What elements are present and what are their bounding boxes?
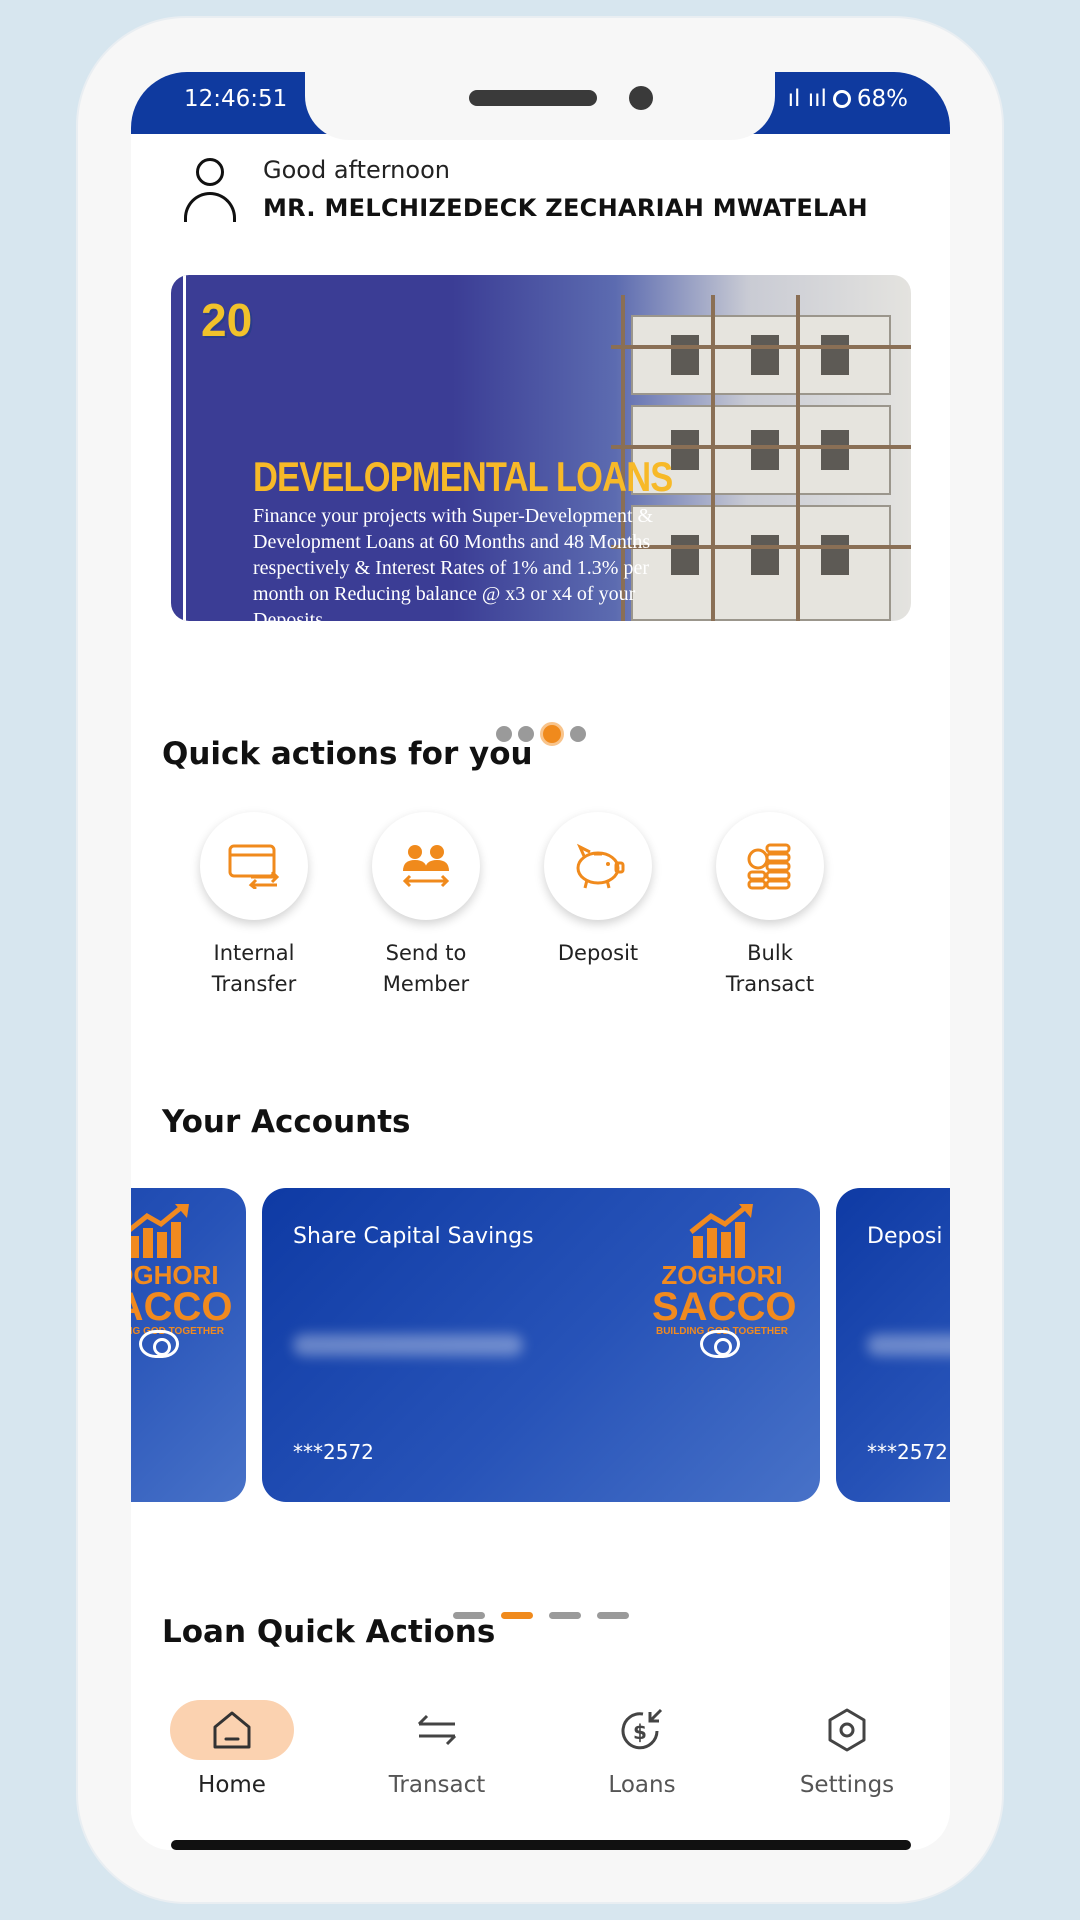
- members-exchange-icon: [402, 845, 450, 888]
- status-indicators: ıl ııl 68%: [788, 86, 908, 112]
- accounts-title: Your Accounts: [162, 1104, 411, 1140]
- signal-icon: ıl ııl: [787, 86, 827, 112]
- banner-dot-active[interactable]: [539, 722, 564, 746]
- account-card-next[interactable]: Deposi ***2572: [836, 1188, 950, 1502]
- account-number: ***2572: [867, 1440, 948, 1464]
- account-page-dot[interactable]: [548, 1612, 581, 1619]
- eye-icon[interactable]: [700, 1330, 740, 1358]
- account-page-dot-active[interactable]: [500, 1612, 533, 1619]
- account-name: Deposi: [867, 1224, 943, 1249]
- quick-actions-row: Internal Transfer Send to Member Deposit…: [168, 812, 856, 1000]
- nav-label: Settings: [799, 1772, 895, 1798]
- quick-action-label: Deposit: [557, 941, 639, 965]
- coin-stack-icon: [747, 843, 791, 890]
- nav-label: Transact: [388, 1772, 486, 1798]
- sacco-logo: ZOGHORI SACCO BUILDING GOD TOGETHER: [131, 1202, 233, 1338]
- banner-divider: [183, 275, 186, 621]
- account-balance-hidden: [293, 1334, 523, 1356]
- user-name: MR. MELCHIZEDECK ZECHARIAH MWATELAH: [263, 194, 868, 222]
- camera-notch: [305, 72, 775, 140]
- transfer-arrows-icon: [417, 1714, 457, 1746]
- status-time: 12:46:51: [184, 86, 288, 112]
- quick-actions-title: Quick actions for you: [162, 736, 533, 772]
- nav-label: Loans: [608, 1772, 676, 1798]
- account-page-dot[interactable]: [596, 1612, 629, 1619]
- quick-action-deposit[interactable]: Deposit: [512, 812, 684, 1000]
- sacco-logo: ZOGHORI SACCO BUILDING GOD TOGETHER: [652, 1202, 797, 1338]
- nav-loans[interactable]: $ Loans: [562, 1700, 722, 1798]
- status-bar: 12:46:51 ıl ııl 68%: [131, 72, 950, 140]
- greeting-header: Good afternoon MR. MELCHIZEDECK ZECHARIA…: [181, 152, 868, 242]
- app-screen: 12:46:51 ıl ııl 68% Good afternoon MR. M…: [131, 72, 950, 1850]
- loan-dollar-icon: $: [621, 1708, 663, 1750]
- quick-action-send-to-member[interactable]: Send to Member: [340, 812, 512, 1000]
- quick-action-label: Internal Transfer: [211, 941, 297, 996]
- nav-home[interactable]: Home: [152, 1700, 312, 1798]
- svg-text:$: $: [633, 1720, 647, 1744]
- quick-action-label: Send to Member: [382, 941, 470, 996]
- gesture-bar[interactable]: [171, 1840, 911, 1850]
- settings-hex-icon: [828, 1708, 866, 1752]
- banner-badge: 20: [201, 294, 253, 346]
- logo-line2: SACCO: [131, 1285, 233, 1329]
- battery-icon: [832, 90, 851, 108]
- nav-label: Home: [198, 1772, 266, 1798]
- account-card-previous[interactable]: ZOGHORI SACCO BUILDING GOD TOGETHER: [131, 1188, 246, 1502]
- eye-icon[interactable]: [139, 1330, 179, 1358]
- banner-dot[interactable]: [569, 726, 586, 742]
- account-card-share-capital[interactable]: Share Capital Savings ***2572 ZOGHORI SA…: [262, 1188, 820, 1502]
- greeting-text: Good afternoon: [263, 156, 450, 184]
- speaker-grille: [469, 90, 597, 106]
- banner-title: DEVELOPMENTAL LOANS: [253, 453, 673, 500]
- quick-action-label: Bulk Transact: [725, 941, 815, 996]
- home-icon: [213, 1711, 251, 1749]
- logo-line2: SACCO: [652, 1285, 797, 1329]
- front-camera: [629, 86, 653, 110]
- account-name: Share Capital Savings: [293, 1224, 534, 1249]
- loan-actions-title: Loan Quick Actions: [162, 1614, 496, 1650]
- quick-action-bulk-transact[interactable]: Bulk Transact: [684, 812, 856, 1000]
- nav-settings[interactable]: Settings: [767, 1700, 927, 1798]
- nav-transact[interactable]: Transact: [357, 1700, 517, 1798]
- user-profile-icon[interactable]: [181, 152, 241, 222]
- quick-action-internal-transfer[interactable]: Internal Transfer: [168, 812, 340, 1000]
- promo-banner[interactable]: 20 DEVELOPMENTAL LOANS Finance your proj…: [171, 275, 911, 621]
- bottom-navigation: Home Transact $ Loans Settings: [131, 1700, 950, 1850]
- piggy-bank-icon: [576, 843, 625, 889]
- account-number: ***2572: [293, 1440, 374, 1464]
- banner-body: Finance your projects with Super-Develop…: [253, 505, 654, 621]
- card-transfer-icon: [228, 844, 280, 889]
- battery-percent: 68%: [856, 86, 908, 112]
- account-balance-hidden: [867, 1334, 950, 1356]
- accounts-carousel[interactable]: ZOGHORI SACCO BUILDING GOD TOGETHER Shar…: [131, 1188, 950, 1502]
